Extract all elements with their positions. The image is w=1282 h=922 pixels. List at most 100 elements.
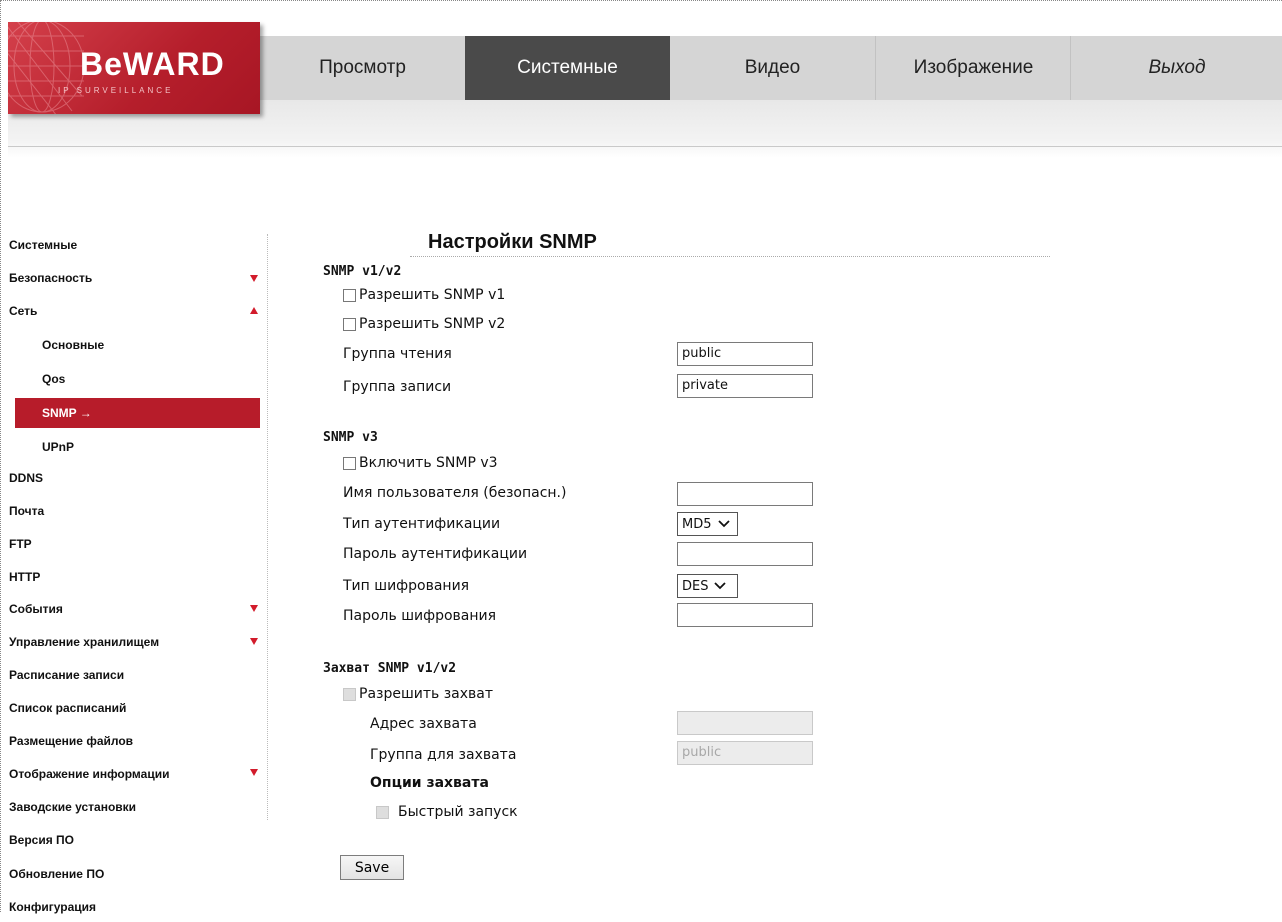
enable-snmp-v2-checkbox[interactable] bbox=[343, 318, 356, 331]
nav-tab-video-label: Видео bbox=[744, 57, 801, 78]
write-group-label: Группа записи bbox=[343, 379, 452, 395]
sidebar-item-label: Безопасность bbox=[9, 271, 93, 285]
nav-tab-logout[interactable]: Выход bbox=[1070, 36, 1282, 100]
enable-snmp-v1-label: Разрешить SNMP v1 bbox=[359, 287, 506, 303]
sidebar-item-events[interactable]: События bbox=[9, 594, 63, 624]
sidebar-item-factory-defaults[interactable]: Заводские установки bbox=[9, 792, 136, 822]
trap-address-input[interactable] bbox=[677, 711, 813, 735]
sidebar-item-label: Список расписаний bbox=[9, 701, 127, 715]
sidebar-item-label: Версия ПО bbox=[9, 833, 75, 847]
sidebar-item-storage[interactable]: Управление хранилищем bbox=[9, 627, 159, 657]
expand-arrow-down-icon[interactable] bbox=[250, 275, 258, 282]
sidebar-item-network[interactable]: Сеть bbox=[9, 296, 37, 326]
sidebar-item-label: Отображение информации bbox=[9, 767, 170, 781]
sidebar-item-qos[interactable]: Qos bbox=[42, 364, 65, 394]
sidebar-item-label: Обновление ПО bbox=[9, 867, 105, 881]
sidebar-item-label: Сеть bbox=[9, 304, 38, 318]
trap-options-heading: Опции захвата bbox=[370, 775, 489, 791]
nav-tab-view-label: Просмотр bbox=[319, 57, 406, 78]
sidebar-item-firmware-version[interactable]: Версия ПО bbox=[9, 825, 74, 855]
sidebar-item-label: События bbox=[9, 602, 63, 616]
enable-snmp-v2-label: Разрешить SNMP v2 bbox=[359, 316, 506, 332]
enc-type-select[interactable]: DES bbox=[677, 574, 738, 598]
expand-arrow-down-icon[interactable] bbox=[250, 605, 258, 612]
chevron-down-icon bbox=[717, 520, 730, 528]
sidebar-item-label: Основные bbox=[42, 338, 105, 352]
trap-address-label: Адрес захвата bbox=[370, 716, 477, 732]
fast-start-checkbox[interactable] bbox=[376, 806, 389, 819]
sidebar-item-label: Заводские установки bbox=[9, 800, 137, 814]
sidebar-item-ddns[interactable]: DDNS bbox=[9, 463, 43, 493]
section-heading-v3: SNMP v3 bbox=[323, 430, 378, 445]
nav-tab-image-label: Изображение bbox=[913, 57, 1034, 78]
sidebar-item-label: Расписание записи bbox=[9, 668, 125, 682]
section-heading-trap: Захват SNMP v1/v2 bbox=[323, 661, 457, 676]
expand-arrow-down-icon[interactable] bbox=[250, 638, 258, 645]
nav-tab-view[interactable]: Просмотр bbox=[260, 36, 465, 100]
enc-password-input[interactable] bbox=[677, 603, 813, 627]
section-heading-v12: SNMP v1/v2 bbox=[323, 264, 402, 279]
auth-password-label: Пароль аутентификации bbox=[343, 546, 528, 562]
expand-arrow-down-icon[interactable] bbox=[250, 769, 258, 776]
enc-type-label: Тип шифрования bbox=[343, 578, 470, 594]
sidebar-item-ftp[interactable]: FTP bbox=[9, 529, 32, 559]
enable-snmp-v3-label: Включить SNMP v3 bbox=[359, 455, 498, 471]
enable-trap-label: Разрешить захват bbox=[359, 686, 494, 702]
sidebar-item-label: SNMP → bbox=[42, 406, 92, 420]
logo-subtitle: IP SURVEILLANCE bbox=[58, 86, 174, 95]
enable-trap-checkbox[interactable] bbox=[343, 688, 356, 701]
sidebar-item-label: UPnP bbox=[42, 440, 75, 454]
header-divider bbox=[8, 146, 1282, 147]
enable-snmp-v1-checkbox[interactable] bbox=[343, 289, 356, 302]
read-group-input[interactable]: public bbox=[677, 342, 813, 366]
sidebar-item-info-display[interactable]: Отображение информации bbox=[9, 759, 169, 789]
sidebar-item-http[interactable]: HTTP bbox=[9, 562, 40, 592]
nav-tab-system-label: Системные bbox=[517, 57, 618, 78]
sidebar-item-label: Размещение файлов bbox=[9, 734, 134, 748]
title-divider bbox=[410, 256, 1050, 257]
read-group-label: Группа чтения bbox=[343, 346, 452, 362]
logo-text: BeWARD bbox=[80, 46, 225, 82]
nav-tab-video[interactable]: Видео bbox=[670, 36, 875, 100]
username-input[interactable] bbox=[677, 482, 813, 506]
save-button[interactable]: Save bbox=[340, 855, 404, 880]
sidebar-item-upnp[interactable]: UPnP bbox=[42, 432, 74, 462]
username-label: Имя пользователя (безопасн.) bbox=[343, 485, 567, 501]
page-border-left bbox=[0, 0, 1, 912]
sidebar-item-label: HTTP bbox=[9, 570, 41, 584]
sidebar-item-mail[interactable]: Почта bbox=[9, 496, 44, 526]
enc-type-value: DES bbox=[682, 578, 709, 594]
write-group-input[interactable]: private bbox=[677, 374, 813, 398]
sidebar-item-security[interactable]: Безопасность bbox=[9, 263, 92, 293]
collapse-arrow-up-icon[interactable] bbox=[250, 307, 258, 314]
sidebar-item-system[interactable]: Системные bbox=[9, 230, 77, 260]
enable-snmp-v3-checkbox[interactable] bbox=[343, 457, 356, 470]
sidebar-item-configuration[interactable]: Конфигурация bbox=[9, 892, 96, 922]
nav-tab-image[interactable]: Изображение bbox=[875, 36, 1071, 100]
beward-logo: BeWARD IP SURVEILLANCE bbox=[8, 22, 260, 114]
auth-password-input[interactable] bbox=[677, 542, 813, 566]
sidebar-item-record-schedule[interactable]: Расписание записи bbox=[9, 660, 124, 690]
sidebar-item-label: Qos bbox=[42, 372, 66, 386]
sidebar-item-file-location[interactable]: Размещение файлов bbox=[9, 726, 133, 756]
sidebar-item-label: Системные bbox=[9, 238, 78, 252]
sidebar-item-snmp[interactable]: SNMP → bbox=[15, 398, 260, 428]
enc-password-label: Пароль шифрования bbox=[343, 608, 497, 624]
nav-tab-system[interactable]: Системные bbox=[465, 36, 670, 100]
nav-tab-logout-label: Выход bbox=[1148, 57, 1206, 78]
trap-group-input[interactable]: public bbox=[677, 741, 813, 765]
page-border-top bbox=[0, 0, 1282, 1]
sidebar-item-basic[interactable]: Основные bbox=[42, 330, 104, 360]
sidebar-item-schedule-list[interactable]: Список расписаний bbox=[9, 693, 126, 723]
page-title: Настройки SNMP bbox=[428, 231, 597, 253]
sidebar-divider bbox=[267, 234, 268, 820]
auth-type-value: MD5 bbox=[682, 516, 712, 532]
sidebar-item-label: DDNS bbox=[9, 471, 44, 485]
chevron-down-icon bbox=[714, 582, 727, 590]
fast-start-label: Быстрый запуск bbox=[398, 804, 518, 820]
auth-type-label: Тип аутентификации bbox=[343, 516, 501, 532]
trap-group-label: Группа для захвата bbox=[370, 747, 517, 763]
sidebar-item-firmware-update[interactable]: Обновление ПО bbox=[9, 859, 104, 889]
sidebar-item-label: Почта bbox=[9, 504, 45, 518]
auth-type-select[interactable]: MD5 bbox=[677, 512, 738, 536]
